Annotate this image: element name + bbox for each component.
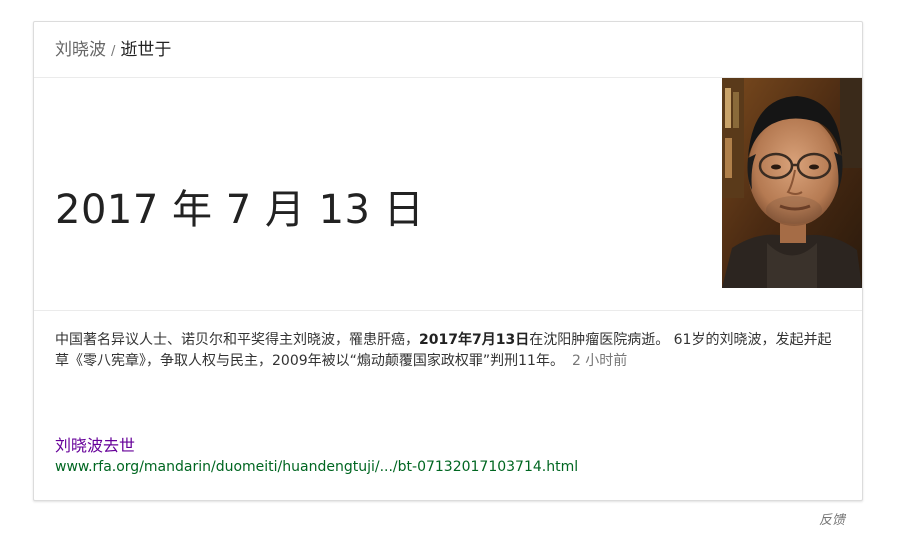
- card-header: 刘晓波 / 逝世于: [34, 22, 862, 78]
- snippet-highlight: 2017年7月13日: [419, 332, 530, 348]
- description-snippet: 中国著名异议人士、诺贝尔和平奖得主刘晓波，罹患肝癌，2017年7月13日在沈阳肿…: [55, 330, 835, 372]
- snippet-time-ago: 2 小时前: [571, 353, 628, 369]
- feedback-link[interactable]: 反馈: [819, 509, 845, 528]
- snippet-text-1: 中国著名异议人士、诺贝尔和平奖得主刘晓波，罹患肝癌，: [55, 332, 419, 348]
- portrait-photo[interactable]: [722, 78, 862, 288]
- source-link-title[interactable]: 刘晓波去世: [55, 432, 135, 456]
- breadcrumb-separator: /: [111, 44, 116, 59]
- knowledge-card: 刘晓波 / 逝世于 2017 年 7 月 13 日 中国著名异议人士、诺贝尔和平…: [33, 21, 863, 501]
- source-link-url: www.rfa.org/mandarin/duomeiti/huandengtu…: [55, 459, 579, 475]
- portrait-image: [722, 78, 862, 288]
- breadcrumb-attribute: 逝世于: [120, 40, 172, 60]
- breadcrumb-subject[interactable]: 刘晓波: [55, 40, 106, 60]
- answer-date: 2017 年 7 月 13 日: [55, 187, 425, 233]
